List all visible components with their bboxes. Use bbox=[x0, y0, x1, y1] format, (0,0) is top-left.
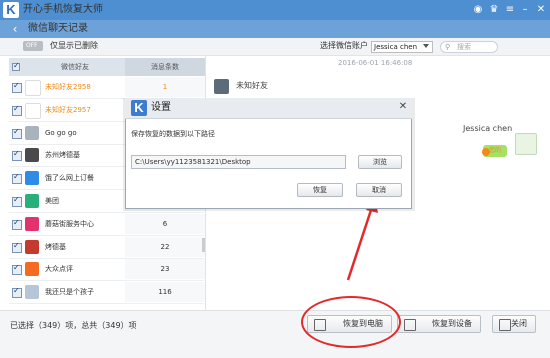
select-all-checkbox[interactable] bbox=[12, 61, 20, 71]
row-checkbox[interactable] bbox=[12, 218, 22, 230]
list-item[interactable]: 蘑菇街服务中心 6 bbox=[9, 213, 205, 236]
row-checkbox[interactable] bbox=[12, 286, 22, 299]
selection-status: 已选择（349）项，总共（349）项 bbox=[10, 321, 137, 330]
avatar bbox=[25, 285, 39, 300]
row-checkbox[interactable] bbox=[12, 172, 22, 185]
row-checkbox[interactable] bbox=[12, 241, 22, 253]
avatar bbox=[25, 171, 39, 186]
save-path-field[interactable]: C:\Users\yy1123581321\Desktop bbox=[131, 155, 346, 169]
restore-to-device-button[interactable]: 恢复到设备 bbox=[397, 315, 481, 333]
menu-icon[interactable]: ≡ bbox=[504, 3, 516, 16]
friend-name: 烤德基 bbox=[45, 242, 66, 251]
search-icon: ⚲ bbox=[445, 43, 451, 51]
friend-name: 我还只是个孩子 bbox=[45, 288, 94, 297]
message-count: 6 bbox=[125, 213, 205, 234]
browse-button[interactable]: 浏览 bbox=[358, 155, 402, 169]
avatar bbox=[25, 194, 39, 208]
restore-button[interactable]: 恢复 bbox=[297, 183, 343, 197]
row-checkbox[interactable] bbox=[12, 149, 22, 162]
toggle-state: OFF bbox=[26, 42, 38, 49]
app-logo: K bbox=[3, 2, 19, 18]
avatar bbox=[25, 216, 39, 231]
friend-name: 未知好友2958 bbox=[45, 83, 91, 91]
list-item[interactable]: 我还只是个孩子 116 bbox=[9, 282, 205, 305]
avatar bbox=[515, 133, 537, 155]
friend-name: 大众点评 bbox=[45, 265, 73, 274]
exit-icon bbox=[499, 319, 511, 331]
dialog-description: 保存恢复的数据到以下路径 bbox=[131, 130, 215, 138]
friend-name: 蘑菇街服务中心 bbox=[45, 219, 94, 228]
close-button[interactable]: 关闭 bbox=[492, 315, 536, 333]
message-count: 116 bbox=[125, 282, 205, 303]
cancel-button[interactable]: 取消 bbox=[356, 183, 402, 197]
minimize-icon[interactable]: – bbox=[519, 3, 531, 16]
chevron-down-icon[interactable] bbox=[423, 44, 429, 48]
row-checkbox[interactable] bbox=[12, 81, 22, 93]
avatar bbox=[25, 125, 39, 140]
friend-name: Go go go bbox=[45, 128, 77, 137]
search-placeholder: 搜索 bbox=[457, 43, 471, 51]
message-count: 1 bbox=[125, 77, 205, 97]
avatar bbox=[25, 239, 39, 254]
avatar bbox=[25, 80, 41, 96]
row-checkbox[interactable] bbox=[12, 195, 22, 207]
app-title: 开心手机恢复大师 bbox=[23, 4, 103, 15]
list-item[interactable]: 烤德基 22 bbox=[9, 236, 205, 259]
page-title: 微信聊天记录 bbox=[28, 23, 88, 34]
friend-name: 美团 bbox=[45, 197, 59, 205]
dialog-logo: K bbox=[131, 100, 147, 116]
chat-sender-left: 未知好友 bbox=[236, 81, 268, 90]
only-deleted-label: 仅显示已删除 bbox=[50, 41, 98, 50]
message-count: 23 bbox=[125, 259, 205, 280]
column-header-count: 消息条数 bbox=[125, 58, 205, 76]
shirt-icon[interactable]: ♛ bbox=[488, 3, 500, 16]
avatar bbox=[25, 262, 39, 277]
back-arrow-icon[interactable]: ‹ bbox=[6, 21, 24, 37]
message-count: 22 bbox=[125, 236, 205, 257]
row-checkbox[interactable] bbox=[12, 104, 22, 116]
account-label: 选择微信账户 bbox=[320, 41, 368, 50]
avatar bbox=[25, 148, 39, 163]
close-icon[interactable]: ✕ bbox=[535, 3, 547, 16]
annotation-circle bbox=[301, 296, 401, 348]
list-item[interactable]: 大众点评 23 bbox=[9, 259, 205, 282]
unread-dot-icon bbox=[482, 148, 490, 156]
list-item[interactable]: 未知好友2958 1 bbox=[9, 77, 205, 99]
avatar bbox=[25, 102, 41, 119]
dialog-close-icon[interactable]: ✕ bbox=[398, 101, 408, 113]
column-header-friend: 微信好友 bbox=[61, 63, 89, 71]
dialog-title: 设置 bbox=[151, 102, 171, 113]
friend-name: 未知好友2957 bbox=[45, 105, 91, 114]
friend-name: 苏州烤德基 bbox=[45, 151, 80, 160]
chat-sender-right: Jessica chen bbox=[463, 124, 513, 133]
chat-bubble-icon[interactable]: ◉ bbox=[472, 3, 484, 16]
row-checkbox[interactable] bbox=[12, 127, 22, 139]
phone-icon bbox=[404, 319, 416, 331]
friend-name: 饿了么网上订餐 bbox=[45, 174, 94, 183]
row-checkbox[interactable] bbox=[12, 263, 22, 276]
avatar bbox=[214, 79, 229, 94]
chat-timestamp: 2016-06-01 16:46:08 bbox=[338, 59, 413, 67]
